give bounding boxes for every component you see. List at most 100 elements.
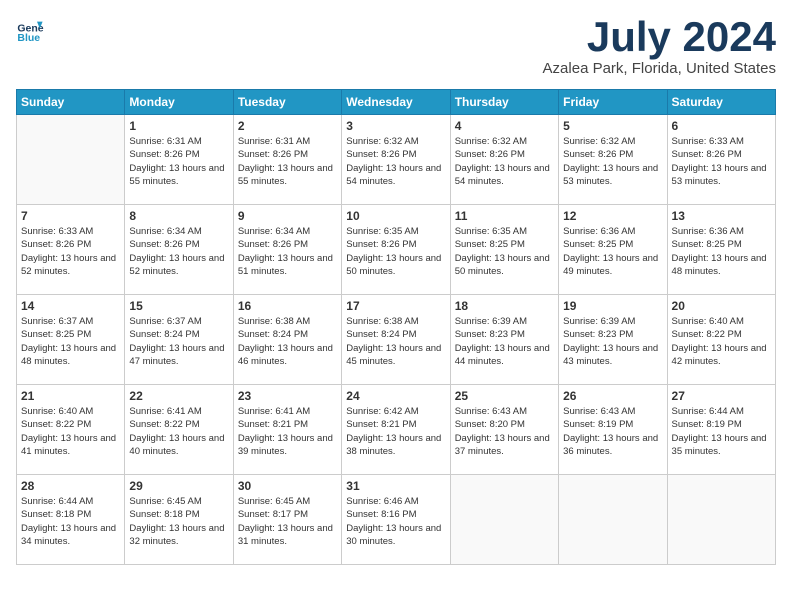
day-header-thursday: Thursday xyxy=(450,90,558,115)
day-cell: 11Sunrise: 6:35 AMSunset: 8:25 PMDayligh… xyxy=(450,205,558,295)
week-row-3: 14Sunrise: 6:37 AMSunset: 8:25 PMDayligh… xyxy=(17,295,776,385)
day-cell xyxy=(450,475,558,565)
title-block: July 2024 Azalea Park, Florida, United S… xyxy=(543,16,776,77)
day-info: Sunrise: 6:32 AMSunset: 8:26 PMDaylight:… xyxy=(346,135,445,188)
day-number: 12 xyxy=(563,209,662,223)
day-cell: 12 Sunrise: 6:36 AMSunset: 8:25 PMDayligh… xyxy=(559,205,667,295)
day-cell: 29 Sunrise: 6:45 AMSunset: 8:18 PMDayligh… xyxy=(125,475,233,565)
day-number: 6 xyxy=(672,119,771,133)
day-info: Sunrise: 6:34 AMSunset: 8:26 PMDaylight:… xyxy=(129,225,228,278)
day-info: Sunrise: 6:41 AMSunset: 8:21 PMDaylight:… xyxy=(238,405,337,458)
day-cell xyxy=(559,475,667,565)
day-number: 31 xyxy=(346,479,445,493)
day-number: 10 xyxy=(346,209,445,223)
day-cell: 13 Sunrise: 6:36 AMSunset: 8:25 PMDayligh… xyxy=(667,205,775,295)
day-number: 26 xyxy=(563,389,662,403)
day-header-tuesday: Tuesday xyxy=(233,90,341,115)
day-number: 5 xyxy=(563,119,662,133)
week-row-1: 1 Sunrise: 6:31 AMSunset: 8:26 PMDaylight… xyxy=(17,115,776,205)
day-header-saturday: Saturday xyxy=(667,90,775,115)
day-number: 28 xyxy=(21,479,120,493)
day-info: Sunrise: 6:36 AMSunset: 8:25 PMDaylight:… xyxy=(672,225,771,278)
day-cell: 30 Sunrise: 6:45 AMSunset: 8:17 PMDayligh… xyxy=(233,475,341,565)
day-number: 16 xyxy=(238,299,337,313)
day-info: Sunrise: 6:39 AMSunset: 8:23 PMDaylight:… xyxy=(455,315,554,368)
day-info: Sunrise: 6:38 AMSunset: 8:24 PMDaylight:… xyxy=(238,315,337,368)
day-info: Sunrise: 6:42 AMSunset: 8:21 PMDaylight:… xyxy=(346,405,445,458)
day-cell xyxy=(667,475,775,565)
day-cell: 7 Sunrise: 6:33 AMSunset: 8:26 PMDaylight… xyxy=(17,205,125,295)
day-number: 4 xyxy=(455,119,554,133)
day-number: 29 xyxy=(129,479,228,493)
day-info: Sunrise: 6:43 AMSunset: 8:19 PMDaylight:… xyxy=(563,405,662,458)
day-info: Sunrise: 6:33 AMSunset: 8:26 PMDaylight:… xyxy=(21,225,120,278)
day-number: 13 xyxy=(672,209,771,223)
day-cell: 4 Sunrise: 6:32 AMSunset: 8:26 PMDaylight… xyxy=(450,115,558,205)
day-info: Sunrise: 6:36 AMSunset: 8:25 PMDaylight:… xyxy=(563,225,662,278)
calendar-header: SundayMondayTuesdayWednesdayThursdayFrid… xyxy=(17,90,776,115)
day-number: 15 xyxy=(129,299,228,313)
day-info: Sunrise: 6:35 AMSunset: 8:26 PMDaylight:… xyxy=(346,225,445,278)
day-number: 22 xyxy=(129,389,228,403)
page-header: General Blue July 2024 Azalea Park, Flor… xyxy=(16,16,776,77)
day-number: 27 xyxy=(672,389,771,403)
day-number: 30 xyxy=(238,479,337,493)
day-header-friday: Friday xyxy=(559,90,667,115)
week-row-5: 28Sunrise: 6:44 AMSunset: 8:18 PMDayligh… xyxy=(17,475,776,565)
day-number: 21 xyxy=(21,389,120,403)
day-info: Sunrise: 6:46 AMSunset: 8:16 PMDaylight:… xyxy=(346,495,445,548)
calendar-table: SundayMondayTuesdayWednesdayThursdayFrid… xyxy=(16,89,776,565)
day-number: 11 xyxy=(455,209,554,223)
day-cell: 31 Sunrise: 6:46 AMSunset: 8:16 PMDayligh… xyxy=(342,475,450,565)
day-number: 18 xyxy=(455,299,554,313)
day-info: Sunrise: 6:32 AMSunset: 8:26 PMDaylight:… xyxy=(455,135,554,188)
day-info: Sunrise: 6:40 AMSunset: 8:22 PMDaylight:… xyxy=(21,405,120,458)
day-cell: 5Sunrise: 6:32 AMSunset: 8:26 PMDaylight… xyxy=(559,115,667,205)
day-number: 17 xyxy=(346,299,445,313)
calendar-body: 1 Sunrise: 6:31 AMSunset: 8:26 PMDaylight… xyxy=(17,115,776,565)
day-header-sunday: Sunday xyxy=(17,90,125,115)
day-cell: 20Sunrise: 6:40 AMSunset: 8:22 PMDayligh… xyxy=(667,295,775,385)
day-info: Sunrise: 6:43 AMSunset: 8:20 PMDaylight:… xyxy=(455,405,554,458)
day-info: Sunrise: 6:31 AMSunset: 8:26 PMDaylight:… xyxy=(238,135,337,188)
day-number: 2 xyxy=(238,119,337,133)
day-header-monday: Monday xyxy=(125,90,233,115)
week-row-2: 7 Sunrise: 6:33 AMSunset: 8:26 PMDaylight… xyxy=(17,205,776,295)
day-number: 7 xyxy=(21,209,120,223)
day-number: 9 xyxy=(238,209,337,223)
day-cell: 14Sunrise: 6:37 AMSunset: 8:25 PMDayligh… xyxy=(17,295,125,385)
location-text: Azalea Park, Florida, United States xyxy=(543,60,776,77)
day-info: Sunrise: 6:38 AMSunset: 8:24 PMDaylight:… xyxy=(346,315,445,368)
month-title: July 2024 xyxy=(543,16,776,58)
day-header-wednesday: Wednesday xyxy=(342,90,450,115)
day-cell: 6 Sunrise: 6:33 AMSunset: 8:26 PMDaylight… xyxy=(667,115,775,205)
day-info: Sunrise: 6:33 AMSunset: 8:26 PMDaylight:… xyxy=(672,135,771,188)
week-row-4: 21 Sunrise: 6:40 AMSunset: 8:22 PMDayligh… xyxy=(17,385,776,475)
day-cell: 17 Sunrise: 6:38 AMSunset: 8:24 PMDayligh… xyxy=(342,295,450,385)
day-info: Sunrise: 6:34 AMSunset: 8:26 PMDaylight:… xyxy=(238,225,337,278)
day-info: Sunrise: 6:37 AMSunset: 8:25 PMDaylight:… xyxy=(21,315,120,368)
day-info: Sunrise: 6:40 AMSunset: 8:22 PMDaylight:… xyxy=(672,315,771,368)
day-cell: 9 Sunrise: 6:34 AMSunset: 8:26 PMDaylight… xyxy=(233,205,341,295)
day-cell: 26 Sunrise: 6:43 AMSunset: 8:19 PMDayligh… xyxy=(559,385,667,475)
day-cell: 21 Sunrise: 6:40 AMSunset: 8:22 PMDayligh… xyxy=(17,385,125,475)
day-cell: 19Sunrise: 6:39 AMSunset: 8:23 PMDayligh… xyxy=(559,295,667,385)
day-info: Sunrise: 6:45 AMSunset: 8:18 PMDaylight:… xyxy=(129,495,228,548)
day-cell xyxy=(17,115,125,205)
day-cell: 10 Sunrise: 6:35 AMSunset: 8:26 PMDayligh… xyxy=(342,205,450,295)
day-info: Sunrise: 6:44 AMSunset: 8:19 PMDaylight:… xyxy=(672,405,771,458)
svg-text:Blue: Blue xyxy=(17,32,40,44)
day-cell: 18 Sunrise: 6:39 AMSunset: 8:23 PMDayligh… xyxy=(450,295,558,385)
day-info: Sunrise: 6:39 AMSunset: 8:23 PMDaylight:… xyxy=(563,315,662,368)
day-info: Sunrise: 6:45 AMSunset: 8:17 PMDaylight:… xyxy=(238,495,337,548)
day-cell: 24Sunrise: 6:42 AMSunset: 8:21 PMDayligh… xyxy=(342,385,450,475)
header-row: SundayMondayTuesdayWednesdayThursdayFrid… xyxy=(17,90,776,115)
day-number: 3 xyxy=(346,119,445,133)
day-cell: 22Sunrise: 6:41 AMSunset: 8:22 PMDayligh… xyxy=(125,385,233,475)
day-cell: 15Sunrise: 6:37 AMSunset: 8:24 PMDayligh… xyxy=(125,295,233,385)
day-cell: 3 Sunrise: 6:32 AMSunset: 8:26 PMDaylight… xyxy=(342,115,450,205)
day-number: 1 xyxy=(129,119,228,133)
day-cell: 27 Sunrise: 6:44 AMSunset: 8:19 PMDayligh… xyxy=(667,385,775,475)
day-number: 23 xyxy=(238,389,337,403)
day-number: 25 xyxy=(455,389,554,403)
